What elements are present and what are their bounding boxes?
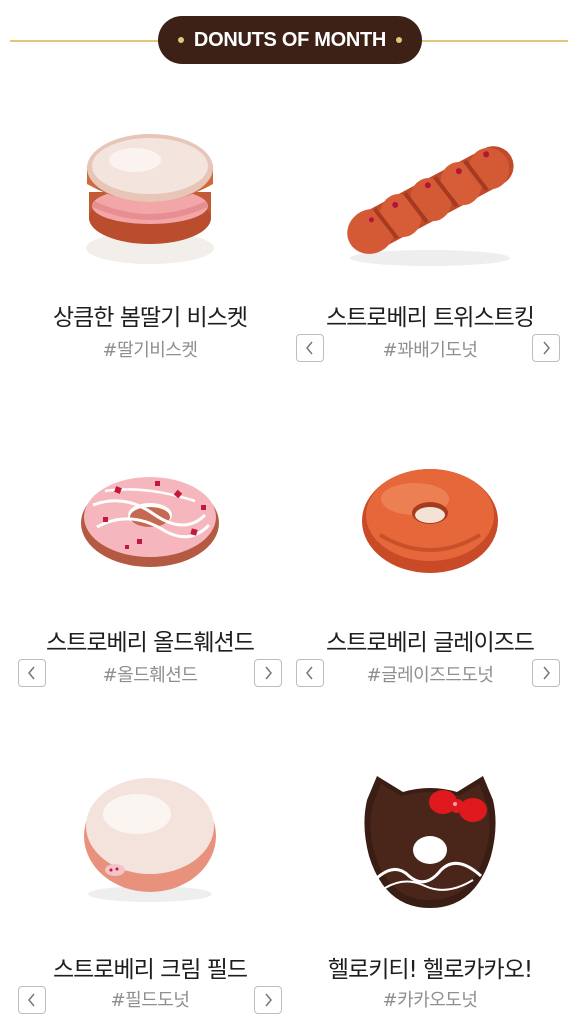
- chevron-left-icon: [28, 666, 35, 680]
- section-header: DONUTS OF MONTH: [0, 0, 580, 80]
- product-name: 스트로베리 트위스트킹: [326, 305, 535, 331]
- product-name: 상큼한 봄딸기 비스켓: [52, 305, 248, 331]
- product-name: 스트로베리 크림 필드: [52, 957, 248, 983]
- prev-arrow-button[interactable]: [18, 659, 46, 687]
- chevron-left-icon: [306, 341, 313, 355]
- next-arrow-button[interactable]: [254, 659, 282, 687]
- product-name: 스트로베리 글레이즈드: [326, 630, 535, 656]
- prev-arrow-button[interactable]: [18, 986, 46, 1014]
- dot-icon: [396, 37, 402, 43]
- product-tag: #올드훼션드: [102, 665, 198, 686]
- product-card-strawberry-biscuit[interactable]: 상큼한 봄딸기 비스켓 #딸기비스켓: [5, 80, 295, 390]
- product-tag: #딸기비스켓: [102, 340, 198, 361]
- product-name: 스트로베리 올드훼션드: [46, 630, 255, 656]
- chevron-right-icon: [543, 341, 550, 355]
- dot-icon: [178, 37, 184, 43]
- prev-arrow-button[interactable]: [296, 334, 324, 362]
- header-pill: DONUTS OF MONTH: [158, 16, 422, 64]
- chevron-right-icon: [265, 993, 272, 1007]
- next-arrow-button[interactable]: [532, 334, 560, 362]
- chevron-left-icon: [306, 666, 313, 680]
- next-arrow-button[interactable]: [254, 986, 282, 1014]
- product-card-strawberry-twist[interactable]: 스트로베리 트위스트킹 #꽈배기도넛: [285, 80, 575, 390]
- product-card-strawberry-old-fashioned[interactable]: 스트로베리 올드훼션드 #올드훼션드: [5, 405, 295, 715]
- chevron-left-icon: [28, 993, 35, 1007]
- next-arrow-button[interactable]: [532, 659, 560, 687]
- product-name: 헬로키티! 헬로카카오!: [327, 957, 533, 983]
- product-card-strawberry-glazed[interactable]: 스트로베리 글레이즈드 #글레이즈드도넛: [285, 405, 575, 715]
- prev-arrow-button[interactable]: [296, 659, 324, 687]
- product-card-hello-kitty-cacao[interactable]: 헬로키티! 헬로카카오! #카카오도넛: [285, 730, 575, 1024]
- product-tag: #카카오도넛: [382, 990, 478, 1011]
- chevron-right-icon: [265, 666, 272, 680]
- product-card-strawberry-cream-filled[interactable]: 스트로베리 크림 필드 #필드도넛: [5, 730, 295, 1024]
- product-tag: #필드도넛: [110, 990, 190, 1011]
- chevron-right-icon: [543, 666, 550, 680]
- page-title: DONUTS OF MONTH: [193, 28, 387, 51]
